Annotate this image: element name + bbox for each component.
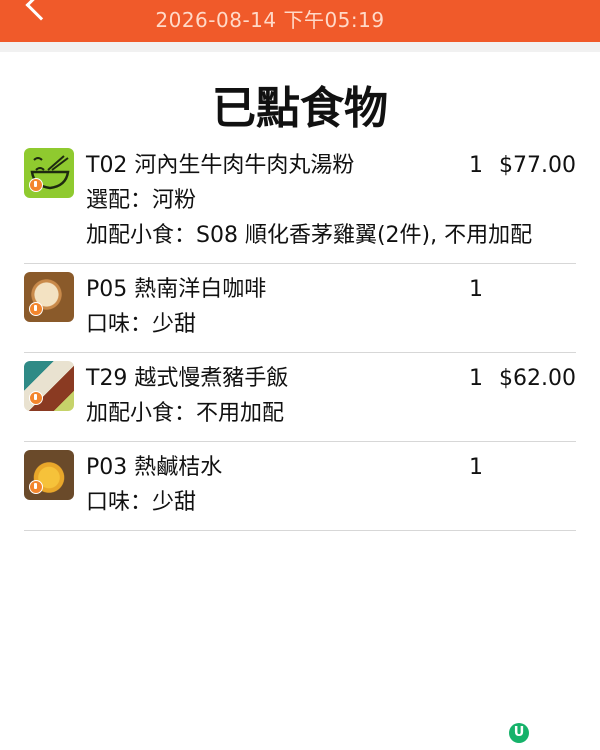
subbar: [0, 42, 600, 52]
list-item[interactable]: P03 熱鹹桔水 1 口味：少甜: [24, 442, 576, 531]
list-item[interactable]: T02 河內生牛肉牛肉丸湯粉 1 $77.00 選配：河粉 加配小食：S08 順…: [24, 140, 576, 264]
list-item[interactable]: P05 熱南洋白咖啡 1 口味：少甜: [24, 264, 576, 353]
ordered-items-list: T02 河內生牛肉牛肉丸湯粉 1 $77.00 選配：河粉 加配小食：S08 順…: [24, 140, 576, 531]
item-option: 口味：少甜: [86, 312, 197, 337]
item-qty: 1: [469, 277, 483, 302]
page-title: 已點食物: [212, 83, 388, 134]
item-main-line: P03 熱鹹桔水 1: [24, 450, 576, 485]
brand-logo-icon: U: [509, 723, 529, 743]
item-price: $62.00: [499, 366, 576, 391]
item-main-line: T29 越式慢煮豬手飯 1 $62.00: [24, 361, 576, 396]
item-name: P03 熱鹹桔水: [86, 455, 223, 480]
item-qty: 1: [469, 366, 483, 391]
item-option: 加配小食：不用加配: [86, 401, 285, 426]
order-datetime: 2026-08-14 下午05:19: [155, 8, 385, 32]
item-qty: 1: [469, 455, 483, 480]
item-main-line: P05 熱南洋白咖啡 1: [24, 272, 576, 307]
item-option: 選配：河粉: [86, 188, 197, 213]
item-name: T29 越式慢煮豬手飯: [86, 366, 289, 391]
top-bar: 2026-08-14 下午05:19: [0, 0, 600, 42]
item-name: T02 河內生牛肉牛肉丸湯粉: [86, 153, 355, 178]
item-price: $77.00: [499, 153, 576, 178]
item-name: P05 熱南洋白咖啡: [86, 277, 267, 302]
item-option: 口味：少甜: [86, 490, 197, 515]
item-main-line: T02 河內生牛肉牛肉丸湯粉 1 $77.00: [24, 148, 576, 183]
item-option: 加配小食：S08 順化香茅雞翼(2件), 不用加配: [86, 223, 533, 248]
item-qty: 1: [469, 153, 483, 178]
list-item[interactable]: T29 越式慢煮豬手飯 1 $62.00 加配小食：不用加配: [24, 353, 576, 442]
